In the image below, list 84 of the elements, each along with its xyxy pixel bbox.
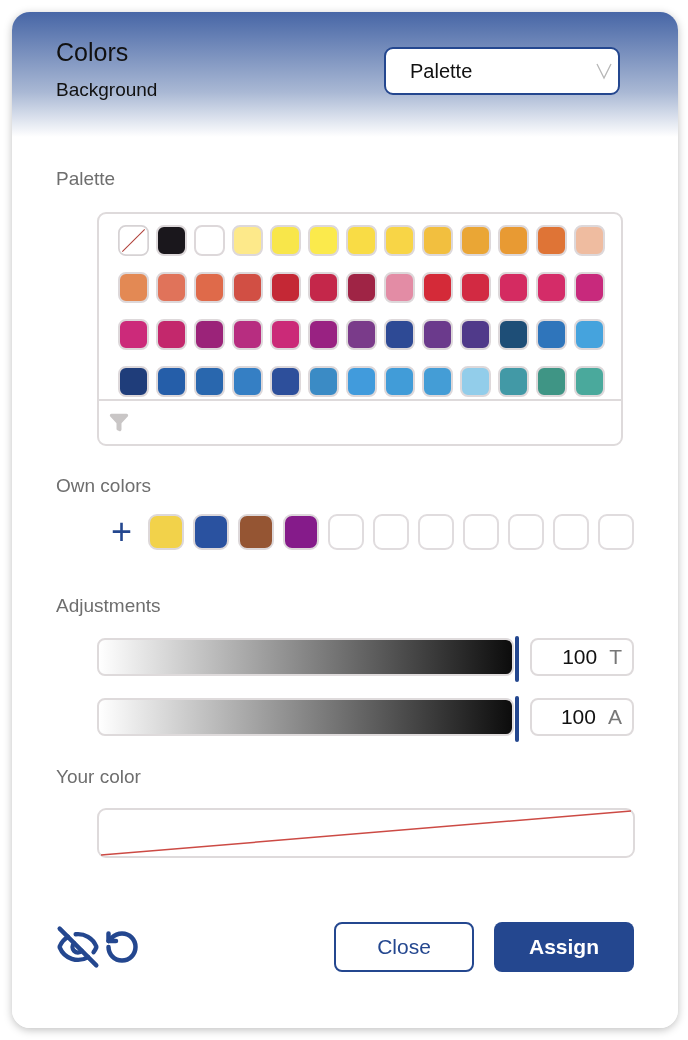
section-label: Own colors [56,473,153,498]
section-label: Your color [56,764,142,789]
palette-swatch[interactable] [308,224,339,256]
empty-color-slot[interactable] [418,514,454,550]
palette-swatch[interactable] [422,366,453,398]
palette-swatch[interactable] [422,319,453,350]
unit-label: T [609,643,622,670]
palette-swatch[interactable] [232,224,263,256]
no-color-swatch[interactable] [118,224,149,256]
palette-swatch[interactable] [270,224,301,256]
palette-swatch[interactable] [270,366,301,398]
empty-color-slot[interactable] [463,514,499,550]
unit-label: A [608,703,622,730]
palette-swatch[interactable] [194,366,225,398]
palette-swatch[interactable] [194,224,225,256]
palette-swatch[interactable] [498,224,529,256]
palette-swatch[interactable] [156,366,187,398]
reset-icon[interactable] [104,929,140,965]
palette-swatch[interactable] [460,224,491,256]
palette-swatch[interactable] [346,319,377,350]
palette-swatch[interactable] [460,319,491,350]
palette-swatch[interactable] [232,366,263,398]
section-label: Adjustments [56,594,162,618]
palette-swatch[interactable] [460,271,491,303]
palette-swatch[interactable] [460,366,491,398]
empty-color-slot[interactable] [553,514,589,550]
add-color-button[interactable]: + [104,514,139,550]
palette-swatch[interactable] [346,271,377,303]
slider-handle[interactable] [514,695,519,742]
dialog-title: Colors [56,37,130,68]
own-color-swatch[interactable] [148,514,184,550]
value-field[interactable]: 100 T [529,637,634,676]
value-field[interactable]: 100 A [529,697,634,736]
palette-swatch[interactable] [574,271,605,303]
palette-swatch[interactable] [118,366,149,398]
palette-swatch[interactable] [536,366,567,398]
palette-swatch[interactable] [384,271,415,303]
palette-swatch[interactable] [308,271,339,303]
empty-color-slot[interactable] [508,514,544,550]
palette-swatch[interactable] [574,366,605,398]
eye-off-icon[interactable] [56,925,100,969]
palette-swatch[interactable] [574,224,605,256]
palette-swatch[interactable] [156,271,187,303]
slider-handle[interactable] [514,635,519,682]
empty-color-slot[interactable] [598,514,634,550]
palette-swatch[interactable] [346,224,377,256]
palette-swatch[interactable] [422,224,453,256]
palette-swatch[interactable] [498,366,529,398]
palette-swatch[interactable] [574,319,605,350]
palette-swatch[interactable] [156,224,187,256]
close-button[interactable]: Close [334,922,474,972]
palette-swatch[interactable] [270,271,301,303]
mode-select[interactable]: Palette [384,47,620,95]
palette-swatch[interactable] [422,271,453,303]
palette-swatch[interactable] [118,319,149,350]
palette-swatch[interactable] [270,319,301,350]
palette-swatch[interactable] [232,319,263,350]
palette-swatch[interactable] [536,271,567,303]
palette-swatch[interactable] [194,271,225,303]
palette-swatch[interactable] [498,271,529,303]
palette-swatch[interactable] [308,366,339,398]
chevron-down-icon [596,62,612,80]
palette-swatch[interactable] [536,224,567,256]
empty-color-slot[interactable] [373,514,409,550]
section-label: Palette [56,167,117,191]
value-text: 100 [560,703,596,730]
palette-swatch[interactable] [194,319,225,350]
own-color-swatch[interactable] [283,514,319,550]
value-text: 100 [562,643,598,670]
assign-button[interactable]: Assign [494,922,634,972]
palette-swatch[interactable] [384,366,415,398]
palette-swatch[interactable] [346,366,377,398]
palette-swatch[interactable] [384,224,415,256]
empty-color-slot[interactable] [328,514,364,550]
palette-swatch[interactable] [118,271,149,303]
dialog-subtitle: Background [56,77,158,102]
own-color-swatch[interactable] [193,514,229,550]
palette-swatch[interactable] [232,271,263,303]
palette-swatch[interactable] [498,319,529,350]
palette-swatch[interactable] [308,319,339,350]
own-color-swatch[interactable] [238,514,274,550]
palette-swatch[interactable] [156,319,187,350]
palette-swatch[interactable] [536,319,567,350]
palette-swatch[interactable] [384,319,415,350]
